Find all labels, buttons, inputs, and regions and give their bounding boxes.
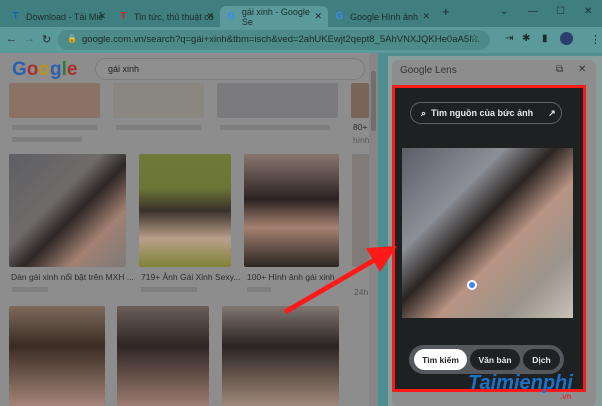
watermark-logo: Taimienphi .vn bbox=[468, 372, 573, 401]
red-arrow-annotation bbox=[283, 246, 397, 315]
